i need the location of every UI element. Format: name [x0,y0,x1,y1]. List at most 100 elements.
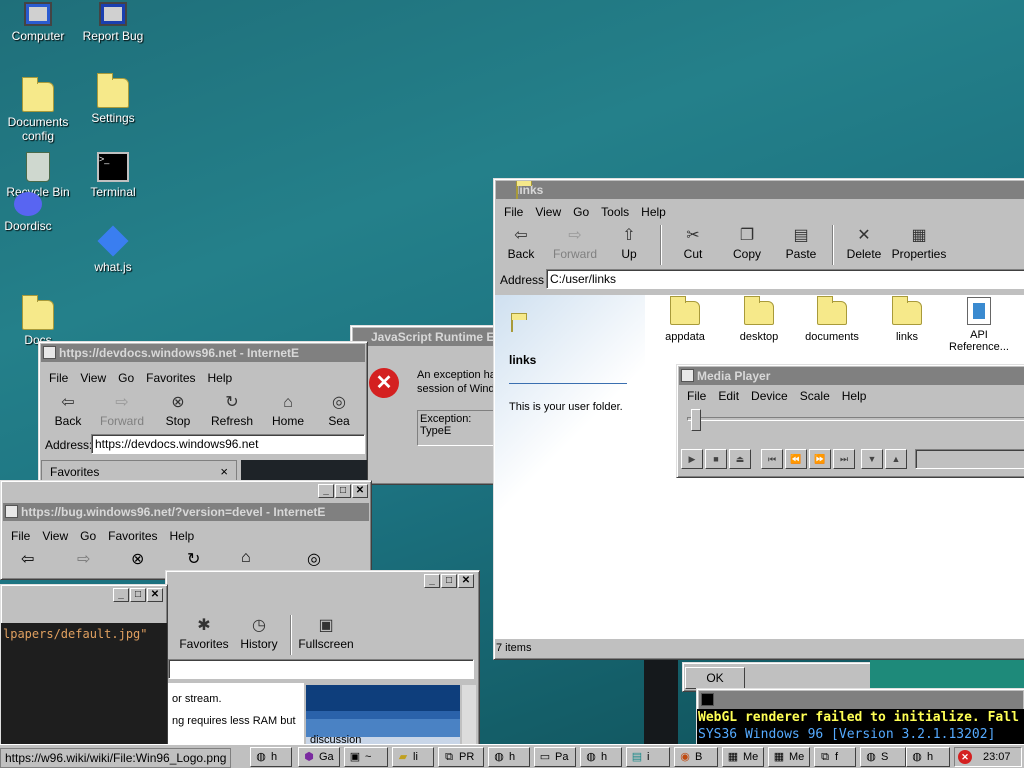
address-input[interactable]: https://devdocs.windows96.net [91,434,365,454]
refresh-icon[interactable]: ↻ [187,549,200,569]
desktop-icon-terminal[interactable]: >_ Terminal [75,152,151,199]
desktop-icon-docs[interactable]: Docs [0,295,76,347]
menu-view[interactable]: View [535,205,561,219]
menu-favorites[interactable]: Favorites [146,371,195,385]
menu-go[interactable]: Go [118,371,134,385]
taskbar-item[interactable]: ⬢ Ga [298,747,340,767]
error-tray-icon[interactable]: ✕ [958,750,972,764]
refresh-button[interactable]: ↻ Refresh [205,394,259,428]
file-item-desktop[interactable]: desktop [729,296,789,343]
file-item-appdata[interactable]: appdata [655,296,715,343]
explorer-up-button[interactable]: ⇧ Up [602,227,656,261]
menu-file[interactable]: File [11,529,30,543]
close-button[interactable]: ✕ [147,588,163,602]
editor-code[interactable]: lpapers/default.jpg" [1,623,167,745]
explorer-back-button[interactable]: ⇦ Back [494,227,548,261]
paste-button[interactable]: ▤ Paste [774,227,828,261]
address-input[interactable] [168,659,474,679]
favorites-button[interactable]: ✱ Favorites [178,617,230,651]
copy-button[interactable]: ❐ Copy [720,227,774,261]
menu-tools[interactable]: Tools [601,205,629,219]
forward-button[interactable]: ⇨ Forward [95,394,149,428]
rewind-icon[interactable]: ⏪ [785,449,807,469]
back-button[interactable]: ⇦ Back [41,394,95,428]
properties-button[interactable]: ▦ Properties [888,227,950,261]
close-button[interactable]: ✕ [352,484,368,498]
desktop-icon-what-js[interactable]: what.js [75,225,151,274]
menu-scale[interactable]: Scale [800,389,830,403]
history-button[interactable]: ◷ History [232,617,286,651]
scrollbar[interactable] [462,685,476,745]
menu-help[interactable]: Help [170,529,195,543]
menu-help[interactable]: Help [842,389,867,403]
menu-go[interactable]: Go [80,529,96,543]
menu-file[interactable]: File [49,371,68,385]
desktop-icon-documents-config[interactable]: Documents config [0,77,76,143]
taskbar-item[interactable]: ▦ Me [768,747,810,767]
menu-go[interactable]: Go [573,205,589,219]
minimize-button[interactable]: _ [318,484,334,498]
fullscreen-button[interactable]: ▣ Fullscreen [296,617,356,651]
desktop-icon-settings[interactable]: Settings [75,73,151,125]
taskbar-item[interactable]: ⧉ f [814,747,856,767]
delete-button[interactable]: ✕ Delete [837,227,891,261]
browser-devdocs-titlebar[interactable]: https://devdocs.windows96.net - Internet… [41,344,365,362]
seek-thumb[interactable] [691,409,701,431]
browser-bug-titlebar[interactable]: https://bug.windows96.net/?version=devel… [3,503,369,521]
taskbar-item[interactable]: ◍ h [580,747,622,767]
file-item-documents[interactable]: documents [799,296,865,343]
menu-help[interactable]: Help [641,205,666,219]
forward-arrow-icon[interactable]: ⇨ [77,549,90,569]
menu-favorites[interactable]: Favorites [108,529,157,543]
explorer-address-input[interactable]: C:/user/links [546,269,1024,289]
cut-button[interactable]: ✂ Cut [666,227,720,261]
taskbar-item[interactable]: ▦ Me [722,747,764,767]
fast-forward-icon[interactable]: ⏩ [809,449,831,469]
clock[interactable]: 23:07 [983,748,1011,766]
taskbar-item[interactable]: ▰ li [392,747,434,767]
seek-track[interactable] [687,417,1024,421]
home-icon[interactable]: ⌂ [241,549,251,567]
back-arrow-icon[interactable]: ⇦ [21,549,34,569]
terminal-titlebar[interactable] [699,691,1023,709]
skip-forward-icon[interactable]: ⏭ [833,449,855,469]
maximize-button[interactable]: □ [441,574,457,588]
menu-help[interactable]: Help [208,371,233,385]
explorer-forward-button[interactable]: ⇨ Forward [548,227,602,261]
taskbar-item[interactable]: ◉ B [674,747,718,767]
stop-icon[interactable]: ⊗ [131,549,144,569]
taskbar-item[interactable]: ◍ S [860,747,906,767]
taskbar-item[interactable]: ▭ Pa [534,747,576,767]
stop-button[interactable]: ⊗ Stop [151,394,205,428]
taskbar-item[interactable]: ⧉ PR [438,747,484,767]
eject-icon[interactable]: ⏏ [729,449,751,469]
ok-button[interactable]: OK [685,667,745,689]
taskbar-item[interactable]: ◍ h [488,747,530,767]
mark-in-icon[interactable]: ▼ [861,449,883,469]
mark-out-icon[interactable]: ▲ [885,449,907,469]
menu-view[interactable]: View [80,371,106,385]
desktop-icon-computer[interactable]: Computer [0,2,76,43]
taskbar-item[interactable]: ◍ h [250,747,292,767]
search-button[interactable]: ◎ Sea [319,394,359,428]
explorer-titlebar[interactable]: links [496,181,1024,199]
maximize-button[interactable]: □ [335,484,351,498]
skip-back-icon[interactable]: ⏮ [761,449,783,469]
close-button[interactable]: ✕ [458,574,474,588]
taskbar-item[interactable]: ▤ i [626,747,670,767]
menu-device[interactable]: Device [751,389,788,403]
taskbar-item[interactable]: ▣ ~ [344,747,388,767]
menu-view[interactable]: View [42,529,68,543]
minimize-button[interactable]: _ [424,574,440,588]
search-icon[interactable]: ◎ [307,549,321,569]
menu-edit[interactable]: Edit [718,389,739,403]
minimize-button[interactable]: _ [113,588,129,602]
desktop-icon-doordisc[interactable]: Doordisc [0,192,66,233]
menu-file[interactable]: File [687,389,706,403]
play-icon[interactable]: ▶ [681,449,703,469]
maximize-button[interactable]: □ [130,588,146,602]
media-player-titlebar[interactable]: Media Player [679,367,1024,385]
terminal-output[interactable]: WebGL renderer failed to initialize. Fal… [697,709,1024,745]
taskbar-item[interactable]: ◍ h [906,747,950,767]
file-item-api-reference[interactable]: API Reference... [943,297,1015,353]
